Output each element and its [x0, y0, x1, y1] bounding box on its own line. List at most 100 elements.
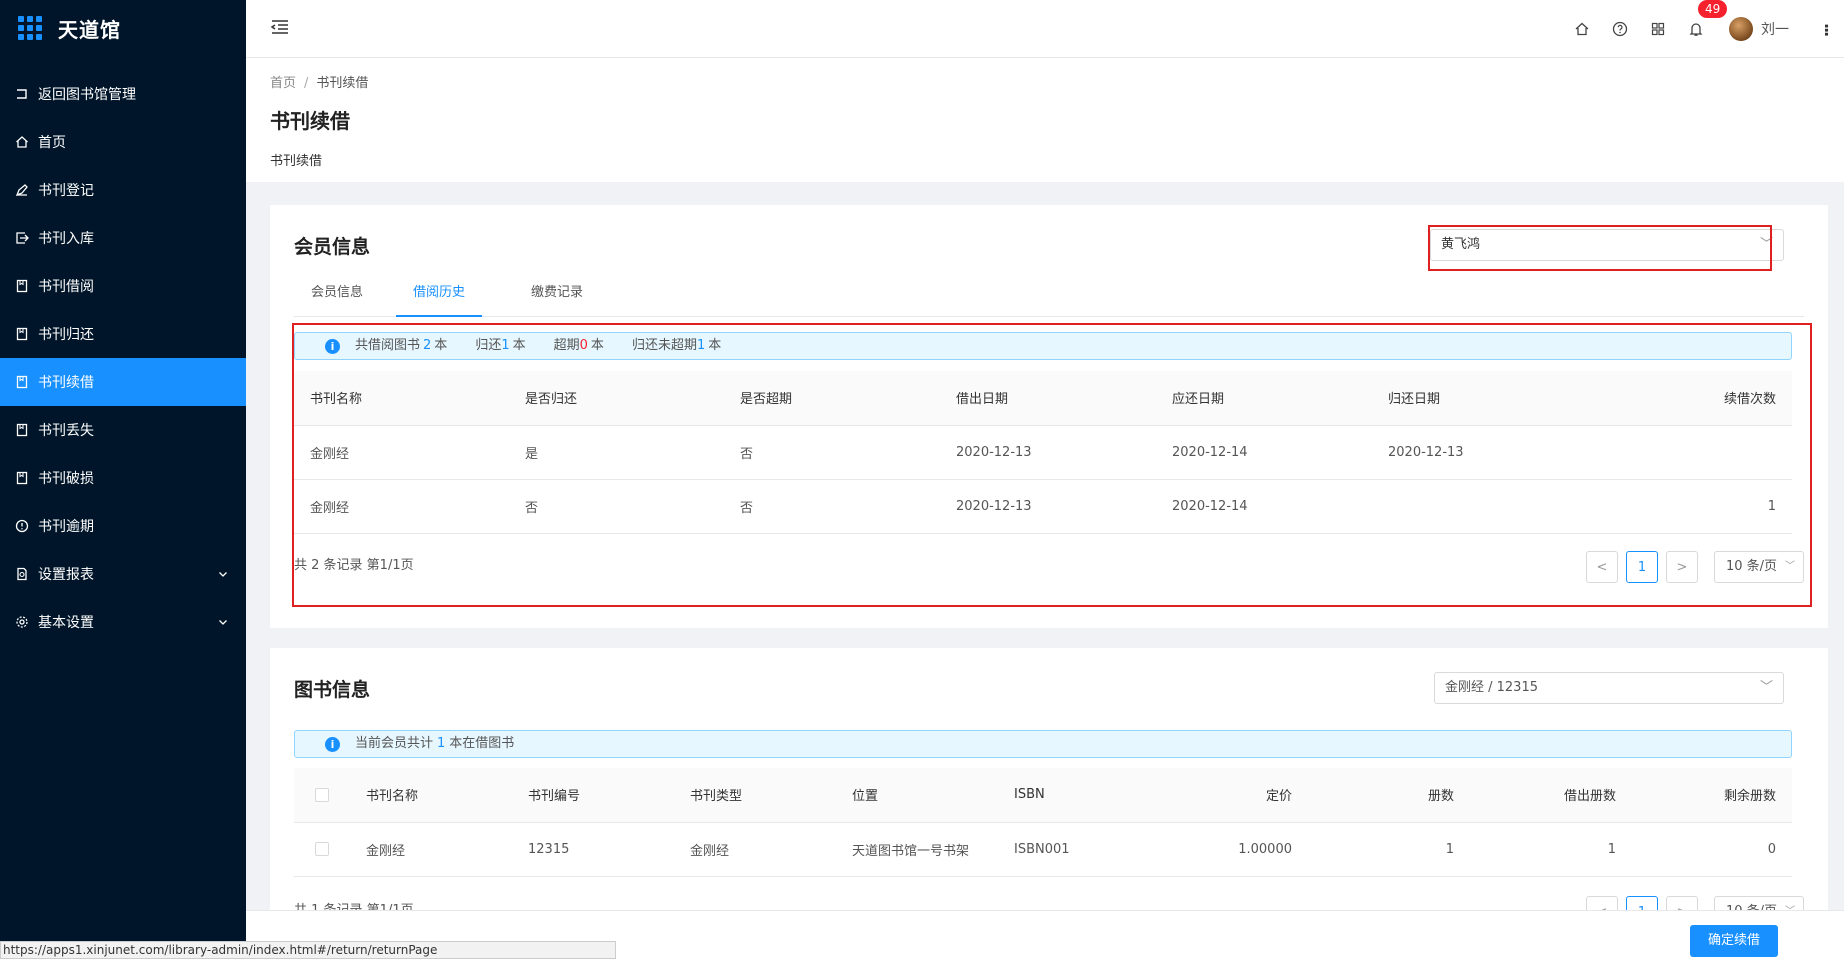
- report-icon: [14, 566, 30, 582]
- summary-overdue-count: 0: [579, 338, 588, 353]
- table-header-row: 书刊名称 书刊编号 书刊类型 位置 ISBN 定价 册数 借出册数 剩余册数: [294, 768, 1792, 823]
- import-icon: [14, 230, 30, 246]
- sidebar-item-home[interactable]: 首页: [0, 118, 246, 166]
- home-icon: [14, 134, 30, 150]
- chevron-down-icon: ﹀: [1759, 237, 1773, 252]
- app-logo[interactable]: 天道馆: [0, 0, 246, 56]
- chevron-down-icon: [218, 567, 228, 583]
- column-header: 书刊名称: [294, 371, 509, 426]
- summary-returned-count: 1: [501, 338, 510, 353]
- sidebar-item-label: 书刊逾期: [38, 519, 94, 535]
- cell-overdue: 否: [724, 479, 940, 534]
- home-icon[interactable]: [1563, 21, 1601, 37]
- tab-member-info[interactable]: 会员信息: [294, 275, 380, 317]
- sidebar-item-return-library[interactable]: 返回图书馆管理: [0, 70, 246, 118]
- summary-overdue-label: 超期: [553, 338, 580, 353]
- cell-book-name: 金刚经: [294, 425, 509, 480]
- bell-icon[interactable]: 49: [1677, 0, 1728, 37]
- book-icon: [14, 374, 30, 390]
- column-header: 书刊名称: [350, 768, 512, 823]
- alert-suffix: 本在借图书: [449, 736, 515, 751]
- member-info-title: 会员信息: [294, 236, 371, 258]
- breadcrumb: 首页 / 书刊续借: [270, 72, 1820, 91]
- avatar[interactable]: [1729, 17, 1753, 41]
- sidebar-item-report-settings[interactable]: 设置报表: [0, 550, 246, 598]
- notification-badge: 49: [1698, 0, 1728, 18]
- table-row[interactable]: 金刚经 否 否 2020-12-13 2020-12-14 1: [294, 479, 1792, 534]
- sidebar-item-book-lost[interactable]: 书刊丢失: [0, 406, 246, 454]
- sidebar-item-label: 返回图书馆管理: [38, 87, 136, 103]
- prev-page-button[interactable]: <: [1586, 551, 1618, 583]
- row-checkbox[interactable]: [315, 842, 329, 856]
- tab-payment-records[interactable]: 缴费记录: [514, 275, 600, 317]
- borrow-history-table: 书刊名称 是否归还 是否超期 借出日期 应还日期 归还日期 续借次数 金刚经 是…: [294, 371, 1792, 534]
- column-header: 册数: [1308, 768, 1470, 823]
- cell-borrow-date: 2020-12-13: [940, 479, 1156, 534]
- more-vertical-icon[interactable]: ···: [1817, 23, 1836, 35]
- summary-unit: 本: [512, 338, 526, 353]
- info-icon: i: [325, 737, 340, 752]
- page-number-button[interactable]: 1: [1626, 551, 1658, 583]
- cell-due-date: 2020-12-14: [1156, 425, 1372, 480]
- sidebar-item-book-return[interactable]: 书刊归还: [0, 310, 246, 358]
- tab-borrow-history[interactable]: 借阅历史: [396, 275, 483, 317]
- member-select-value: 黄飞鸿: [1441, 237, 1481, 252]
- sidebar-item-book-damaged[interactable]: 书刊破损: [0, 454, 246, 502]
- sidebar-item-book-import[interactable]: 书刊入库: [0, 214, 246, 262]
- summary-unit: 本: [708, 338, 722, 353]
- sidebar-item-book-renew[interactable]: 书刊续借: [0, 358, 246, 406]
- summary-returned-label: 归还: [475, 338, 502, 353]
- summary-total-label: 共借阅图书: [355, 338, 421, 353]
- page-size-select[interactable]: 10 条/页 ﹀: [1714, 551, 1804, 583]
- summary-not-returned-count: 1: [696, 338, 706, 353]
- next-page-button[interactable]: >: [1666, 551, 1698, 583]
- pagination: < 1 > 10 条/页 ﹀: [1578, 551, 1804, 583]
- chevron-down-icon: [218, 615, 228, 631]
- column-header: 剩余册数: [1632, 768, 1792, 823]
- breadcrumb-home[interactable]: 首页: [270, 76, 296, 91]
- page-title: 书刊续借: [270, 109, 350, 133]
- sidebar-item-book-borrow[interactable]: 书刊借阅: [0, 262, 246, 310]
- sidebar-item-book-overdue[interactable]: 书刊逾期: [0, 502, 246, 550]
- cell-book-name: 金刚经: [350, 822, 512, 877]
- pagination-info: 共 2 条记录 第1/1页: [294, 558, 414, 573]
- sidebar-item-label: 基本设置: [38, 615, 94, 631]
- sidebar-item-label: 书刊丢失: [38, 423, 94, 439]
- column-header: 是否超期: [724, 371, 940, 426]
- apps-icon[interactable]: [1639, 21, 1677, 37]
- sidebar-item-book-register[interactable]: 书刊登记: [0, 166, 246, 214]
- sidebar-item-basic-settings[interactable]: 基本设置: [0, 598, 246, 646]
- cell-book-code: 12315: [512, 822, 674, 877]
- breadcrumb-current: 书刊续借: [316, 76, 369, 91]
- grid-logo-icon: [18, 16, 42, 40]
- table-row[interactable]: 金刚经 是 否 2020-12-13 2020-12-14 2020-12-13: [294, 425, 1792, 480]
- status-bar-url: https://apps1.xinjunet.com/library-admin…: [0, 941, 616, 959]
- book-select[interactable]: 金刚经 / 12315 ﹀: [1434, 672, 1784, 704]
- summary-unit: 本: [434, 338, 448, 353]
- cell-isbn: ISBN001: [998, 822, 1146, 877]
- column-header: ISBN: [998, 768, 1146, 823]
- breadcrumb-separator: /: [304, 76, 309, 91]
- sidebar-item-label: 首页: [38, 135, 66, 151]
- cell-lent-copies: 1: [1470, 822, 1632, 877]
- sidebar: 天道馆 返回图书馆管理 首页 书刊登记 书刊入库 书刊借阅 书刊归还 书刊续借 …: [0, 0, 246, 959]
- sidebar-item-label: 书刊入库: [38, 231, 94, 247]
- confirm-renew-button[interactable]: 确定续借: [1690, 925, 1778, 957]
- user-name[interactable]: 刘一: [1761, 19, 1789, 39]
- current-borrow-alert: i 当前会员共计 1 本在借图书: [294, 730, 1792, 758]
- clock-icon: [14, 518, 30, 534]
- help-icon[interactable]: [1601, 21, 1639, 37]
- book-icon: [14, 422, 30, 438]
- column-header: 归还日期: [1372, 371, 1588, 426]
- book-info-card: 图书信息 金刚经 / 12315 ﹀ i 当前会员共计 1 本在借图书 书刊名称 书…: [270, 648, 1828, 953]
- column-header: 书刊编号: [512, 768, 674, 823]
- table-row[interactable]: 金刚经 12315 金刚经 天道图书馆一号书架 ISBN001 1.00000 …: [294, 822, 1792, 877]
- menu-fold-icon[interactable]: [270, 17, 290, 41]
- chevron-down-icon: ﹀: [1785, 561, 1795, 572]
- table-header-row: 书刊名称 是否归还 是否超期 借出日期 应还日期 归还日期 续借次数: [294, 371, 1792, 426]
- member-select[interactable]: 黄飞鸿 ﹀: [1430, 229, 1784, 261]
- column-header: 定价: [1146, 768, 1308, 823]
- cell-book-type: 金刚经: [674, 822, 836, 877]
- select-all-checkbox[interactable]: [315, 787, 329, 802]
- app-title: 天道馆: [58, 17, 121, 42]
